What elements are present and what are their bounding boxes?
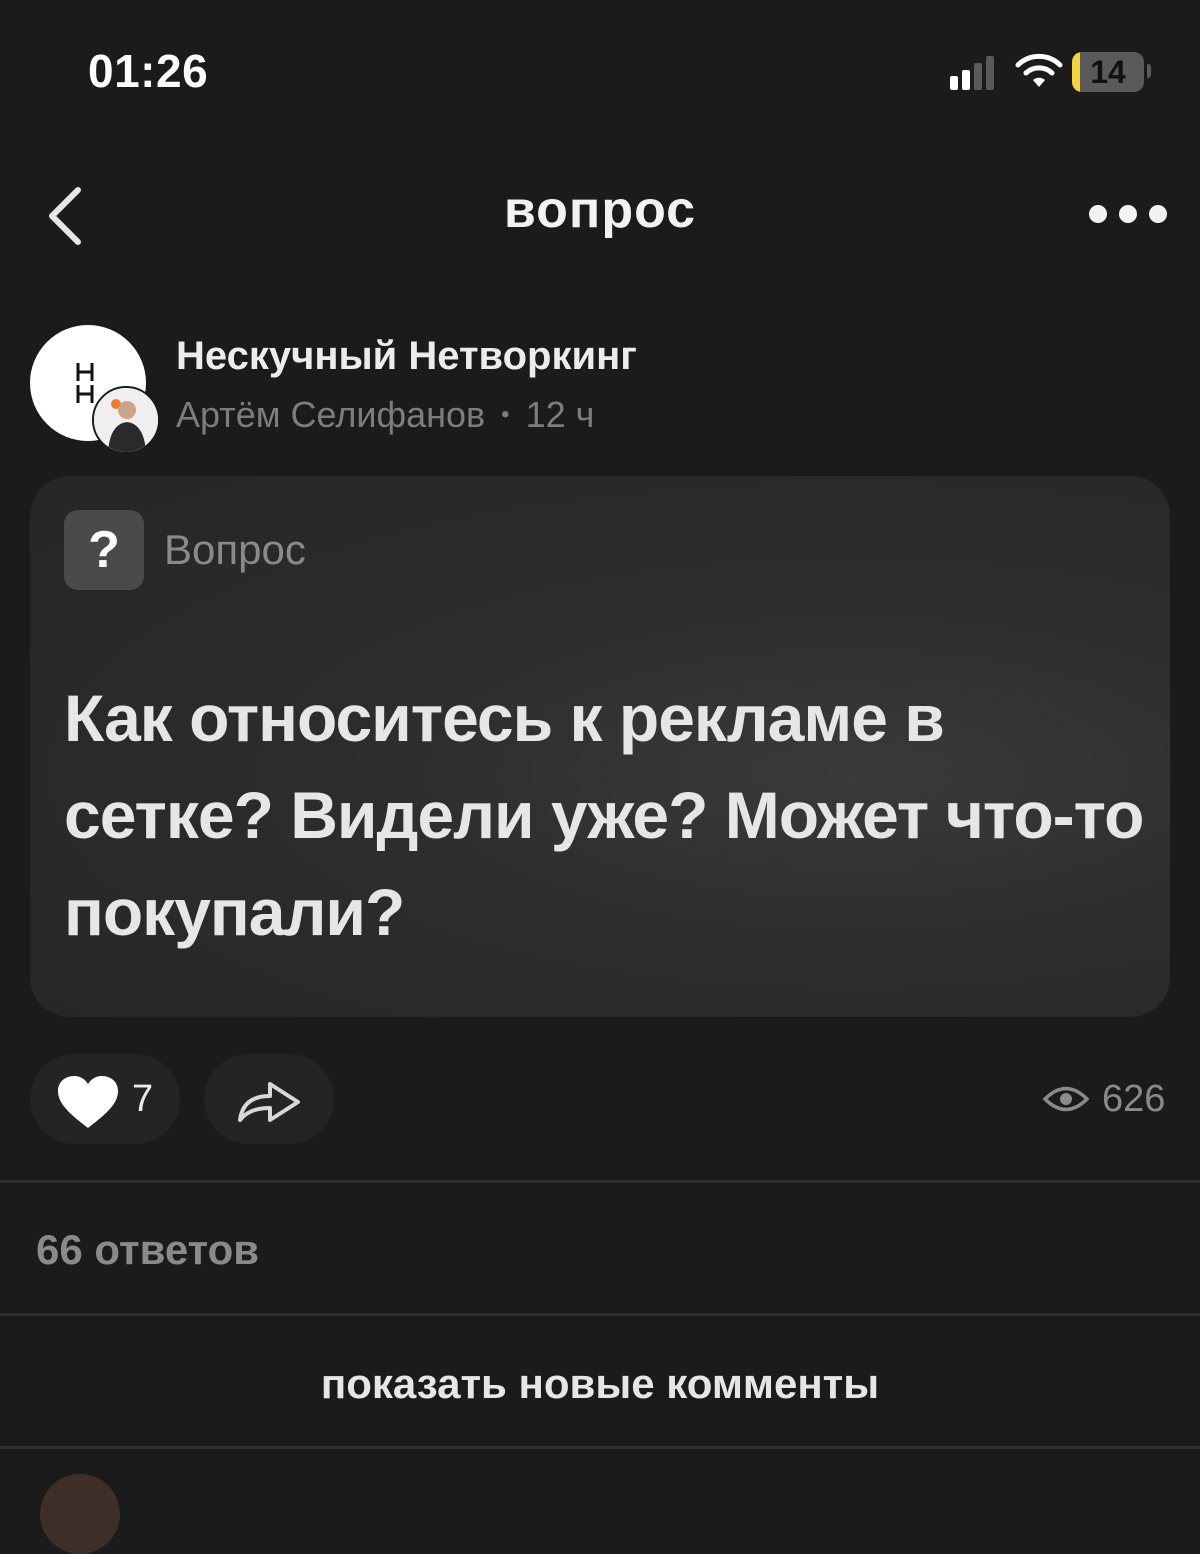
post-meta: Артём Селифанов • 12 ч [176,394,594,436]
eye-icon [1042,1086,1090,1112]
commenter-avatar[interactable] [40,1474,120,1554]
heart-icon [58,1076,118,1128]
author-avatar[interactable] [92,386,160,454]
chevron-left-icon [49,187,81,245]
answers-count: 66 ответов [36,1226,260,1273]
signal-icon [950,56,994,90]
show-new-comments-button[interactable]: показать новые комменты [0,1316,1200,1446]
battery-cap [1147,64,1151,78]
meta-separator: • [501,401,510,428]
battery-percent: 14 [1090,54,1126,90]
ellipsis-icon [1089,205,1167,223]
divider [0,1446,1200,1449]
like-count: 7 [132,1078,154,1120]
back-button[interactable] [40,180,96,252]
page-title: вопрос [503,181,697,239]
person-photo-icon [94,388,158,452]
wifi-icon [1015,53,1063,87]
divider [0,1180,1200,1183]
more-button[interactable] [1086,196,1170,232]
view-count: 626 [1102,1078,1166,1120]
post-time: 12 ч [525,394,595,435]
share-button[interactable] [204,1054,334,1144]
status-time: 01:26 [88,45,209,97]
community-name[interactable]: Нескучный Нетворкинг [176,334,637,379]
question-type-label: Вопрос [164,526,306,573]
author-name[interactable]: Артём Селифанов [176,394,485,435]
battery-icon: 14 [1072,52,1144,92]
share-icon [238,1082,300,1122]
question-text: Как относитесь к рекламе в сетке? Видели… [64,681,1144,949]
question-mark-icon: ? [64,510,144,590]
like-button[interactable]: 7 [30,1054,180,1144]
